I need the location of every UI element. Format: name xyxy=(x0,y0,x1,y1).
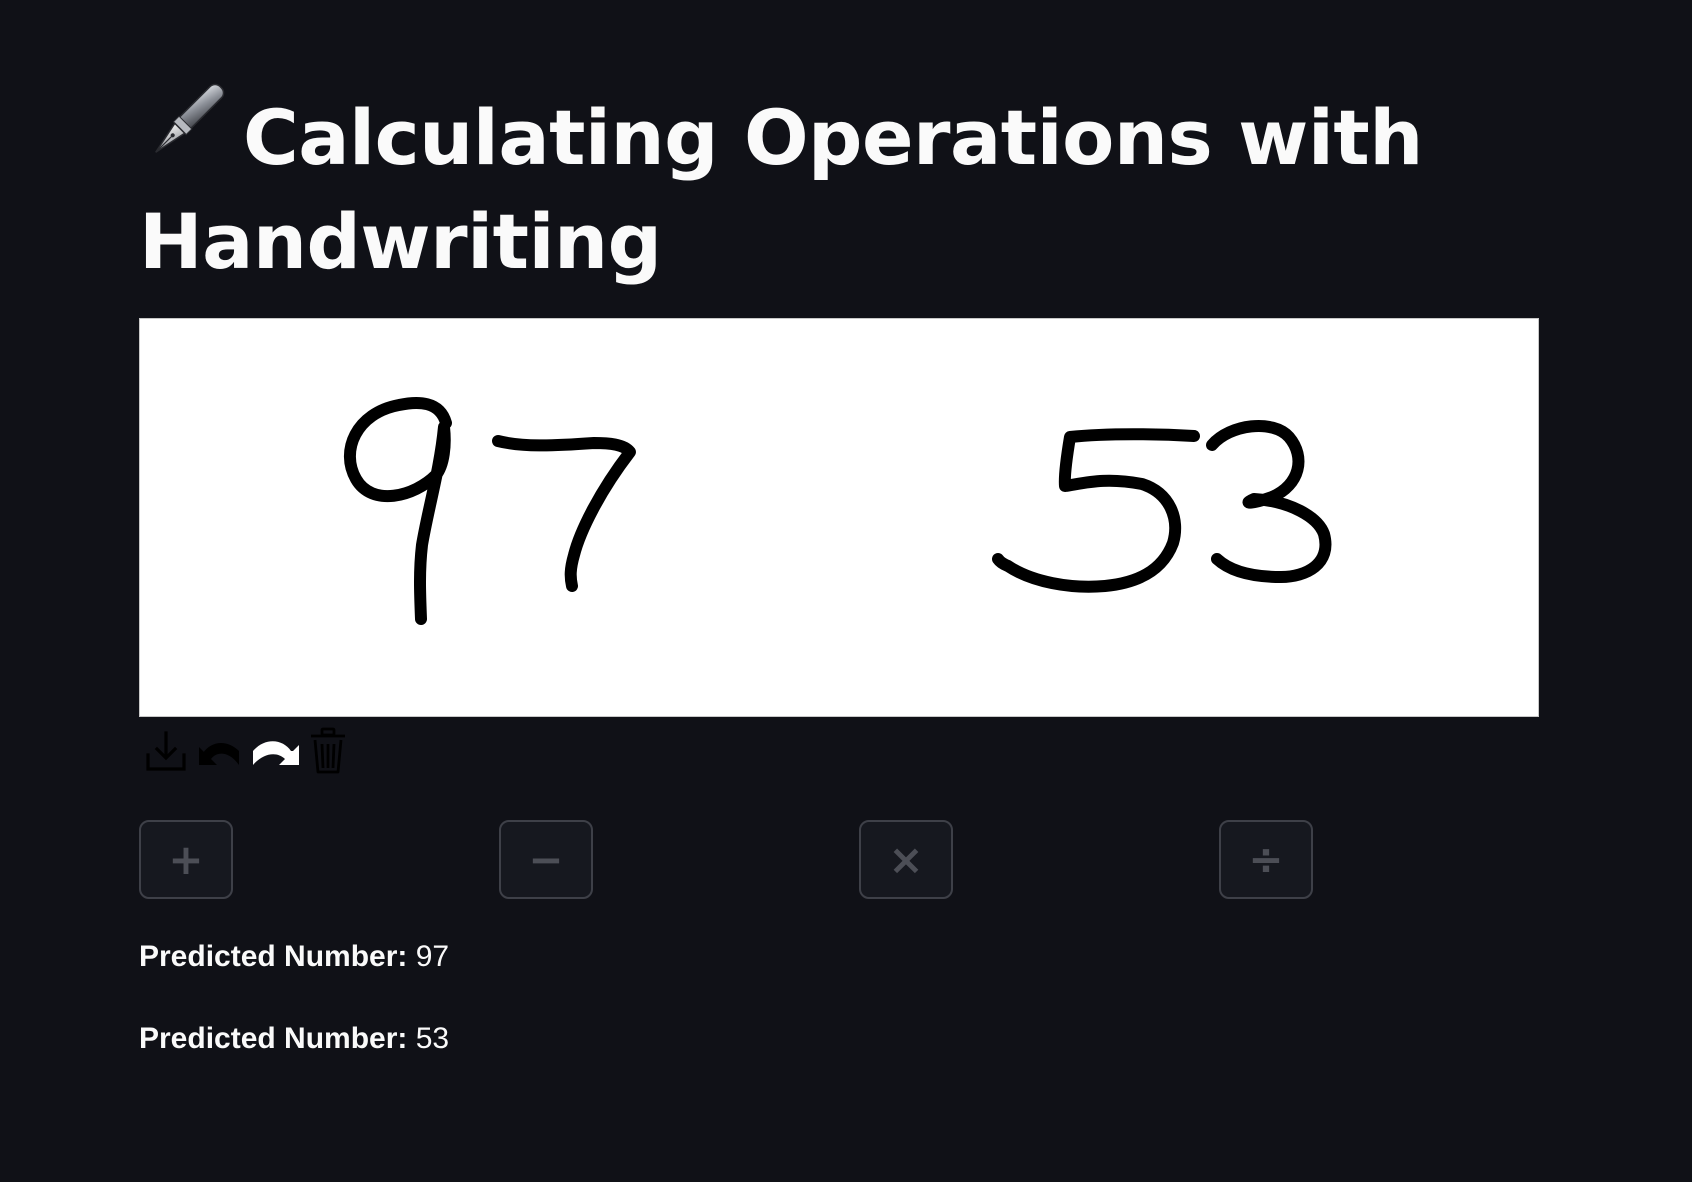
add-button[interactable]: + xyxy=(139,820,233,899)
prediction-first: Predicted Number: 97 xyxy=(139,937,449,977)
download-icon[interactable] xyxy=(139,726,193,776)
prediction-value: 53 xyxy=(415,1022,450,1055)
prediction-label: Predicted Number: xyxy=(139,1022,408,1055)
subtract-button[interactable]: − xyxy=(499,820,593,899)
multiply-button[interactable]: × xyxy=(859,820,953,899)
multiply-icon: × xyxy=(888,835,924,884)
divide-button[interactable]: ÷ xyxy=(1219,820,1313,899)
plus-icon: + xyxy=(168,835,204,884)
handwritten-digit-9 xyxy=(343,397,452,625)
canvas-toolbar xyxy=(139,726,355,776)
handwritten-digit-7 xyxy=(492,435,636,592)
prediction-value: 97 xyxy=(415,940,450,973)
divide-icon: ÷ xyxy=(1248,835,1284,884)
handwritten-digit-5 xyxy=(992,428,1200,593)
undo-icon[interactable] xyxy=(193,726,247,776)
drawing-canvas[interactable] xyxy=(139,318,1539,717)
minus-icon: − xyxy=(528,835,564,884)
trash-icon[interactable] xyxy=(301,726,355,776)
handwritten-digit-3 xyxy=(1206,419,1332,583)
prediction-label: Predicted Number: xyxy=(139,940,408,973)
prediction-second: Predicted Number: 53 xyxy=(139,1019,449,1059)
fountain-pen-icon xyxy=(139,78,229,170)
page-title: Calculating Operations with Handwriting xyxy=(139,78,1539,294)
redo-icon[interactable] xyxy=(247,726,301,776)
app-page: Calculating Operations with Handwriting xyxy=(0,0,1692,1182)
page-title-text: Calculating Operations with Handwriting xyxy=(139,93,1423,286)
